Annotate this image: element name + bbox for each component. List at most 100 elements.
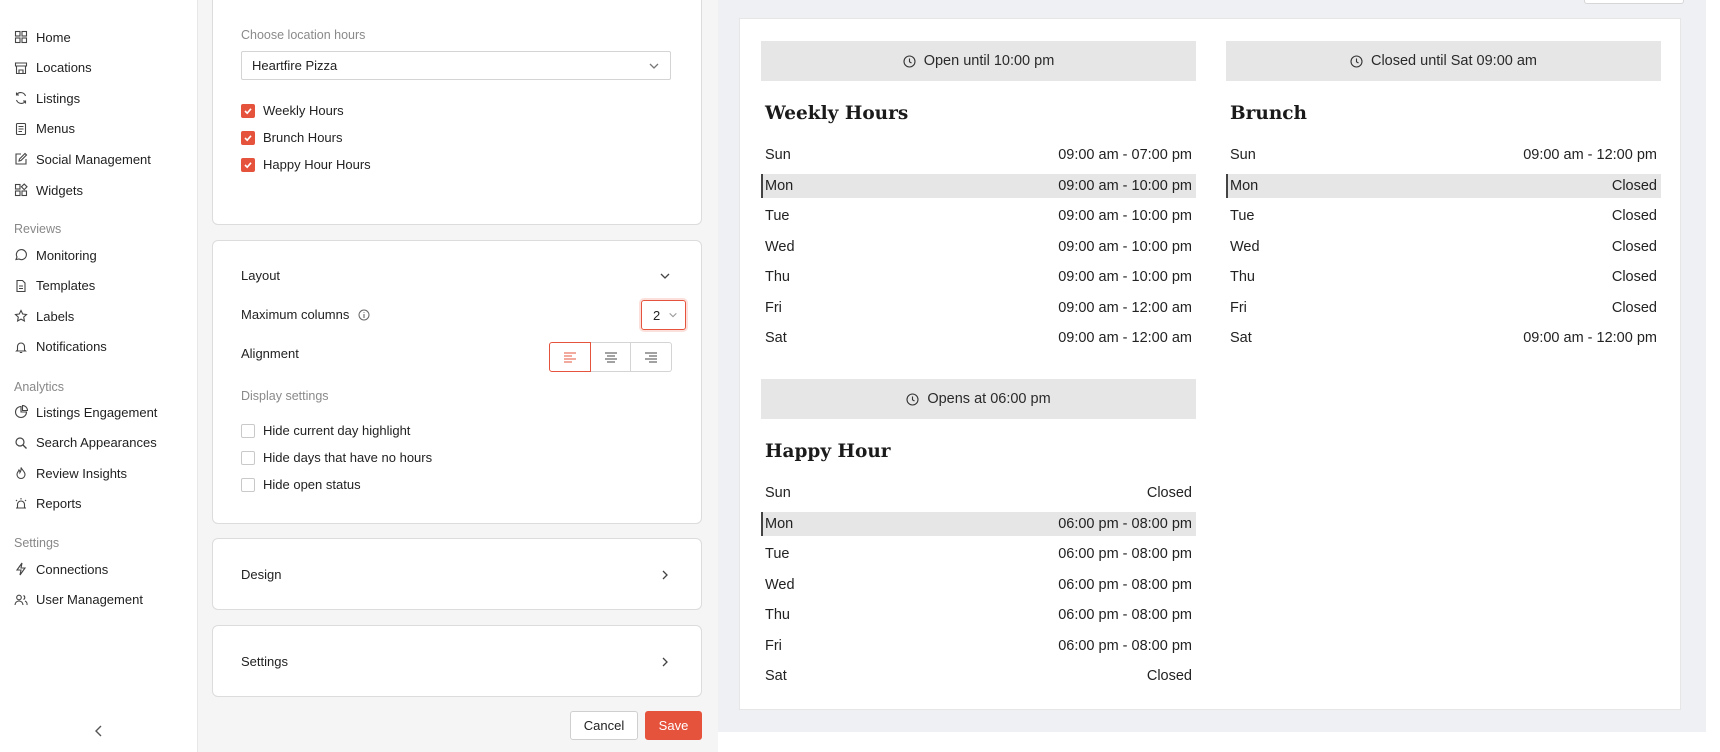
sidebar-item-connections[interactable]: Connections xyxy=(14,559,108,579)
cancel-button[interactable]: Cancel xyxy=(570,711,638,740)
align-center-icon xyxy=(604,352,617,363)
hours-value: 06:00 pm - 08:00 pm xyxy=(1058,607,1192,623)
section-title: Brunch xyxy=(1230,103,1307,124)
open-status-bar: Open until 10:00 pm xyxy=(761,41,1196,81)
max-columns-label: Maximum columns xyxy=(241,307,370,322)
sidebar-item-templates[interactable]: Templates xyxy=(14,276,95,296)
hours-value: 09:00 am - 12:00 pm xyxy=(1523,147,1657,163)
max-columns-select[interactable]: 2 xyxy=(641,300,686,330)
hours-value: 09:00 am - 12:00 pm xyxy=(1523,330,1657,346)
menu-doc-icon xyxy=(14,122,28,136)
hours-list: Sun 09:00 am - 12:00 pm Mon Closed Tue Closed… xyxy=(1226,143,1661,350)
display-option-hide-days-that-have-no-hours[interactable]: Hide days that have no hours xyxy=(241,450,432,465)
align-left-button[interactable] xyxy=(549,342,591,372)
open-status-bar: Closed until Sat 09:00 am xyxy=(1226,41,1661,81)
clock-icon xyxy=(1350,54,1363,68)
sidebar-item-reports[interactable]: Reports xyxy=(14,494,82,514)
collapse-sidebar-button[interactable] xyxy=(90,722,108,740)
checkbox[interactable] xyxy=(241,157,255,172)
chevron-down-icon[interactable] xyxy=(659,270,671,282)
hours-value: 09:00 am - 12:00 am xyxy=(1058,330,1192,346)
sidebar-item-label: Menus xyxy=(36,121,76,137)
sidebar-item-home[interactable]: Home xyxy=(14,27,71,47)
hours-value: 09:00 am - 10:00 pm xyxy=(1058,177,1192,194)
checkbox-label: Brunch Hours xyxy=(263,130,343,145)
hour-row: Sat 09:00 am - 12:00 am xyxy=(761,326,1196,350)
layout-title[interactable]: Layout xyxy=(241,268,280,283)
hour-row: Tue Closed xyxy=(1226,204,1661,228)
sidebar-item-label: Listings xyxy=(36,90,81,106)
hours-value: 06:00 pm - 08:00 pm xyxy=(1058,637,1192,654)
settings-card[interactable]: Settings xyxy=(212,625,702,697)
hours-list: Sun Closed Mon 06:00 pm - 08:00 pm Tue 06:00 … xyxy=(761,481,1196,688)
design-card[interactable]: Design xyxy=(212,538,702,610)
section-title: Happy Hour xyxy=(765,441,891,462)
document-icon xyxy=(14,279,28,293)
sidebar-item-search-appearances[interactable]: Search Appearances xyxy=(14,433,157,453)
hours-value: Closed xyxy=(1611,269,1657,285)
display-option-hide-open-status[interactable]: Hide open status xyxy=(241,477,361,492)
checkbox[interactable] xyxy=(241,477,255,492)
hour-row: Sun Closed xyxy=(761,481,1196,505)
hour-type-checkbox-happy-hour-hours[interactable]: Happy Hour Hours xyxy=(241,157,371,172)
checkbox-label: Weekly Hours xyxy=(263,103,344,118)
align-right-button[interactable] xyxy=(631,342,673,372)
hour-row: Mon 06:00 pm - 08:00 pm xyxy=(761,511,1196,536)
sidebar-item-label: User Management xyxy=(36,592,143,608)
hour-row: Tue 09:00 am - 10:00 pm xyxy=(761,204,1196,228)
sidebar-item-monitoring[interactable]: Monitoring xyxy=(14,245,97,265)
sidebar-item-labels[interactable]: Labels xyxy=(14,306,74,326)
layout-card: Layout Maximum columns 2 Alignment Displ… xyxy=(212,240,702,524)
settings-title: Settings xyxy=(241,654,288,669)
hours-value: 09:00 am - 07:00 pm xyxy=(1058,147,1192,163)
hour-row: Sat Closed xyxy=(761,664,1196,688)
sidebar-item-menus[interactable]: Menus xyxy=(14,119,75,139)
display-option-hide-current-day-highlight[interactable]: Hide current day highlight xyxy=(241,423,410,438)
sidebar-item-notifications[interactable]: Notifications xyxy=(14,337,107,357)
hours-widget-preview: Open until 10:00 pm Weekly Hours Sun 09:00 … xyxy=(739,18,1681,710)
day-label: Thu xyxy=(765,607,790,623)
location-select[interactable]: Heartfire Pizza xyxy=(241,51,671,80)
sidebar: Home Locations Listings Menus Social Managem… xyxy=(0,0,198,752)
checkbox[interactable] xyxy=(241,130,255,145)
day-label: Mon xyxy=(765,515,794,532)
sidebar-item-listings-engagement[interactable]: Listings Engagement xyxy=(14,402,157,422)
clock-icon xyxy=(906,392,919,406)
align-center-button[interactable] xyxy=(590,342,632,372)
preview-top-button[interactable] xyxy=(1584,0,1684,4)
hour-type-checkbox-brunch-hours[interactable]: Brunch Hours xyxy=(241,130,342,145)
hours-value: 06:00 pm - 08:00 pm xyxy=(1058,576,1192,593)
sidebar-item-locations[interactable]: Locations xyxy=(14,58,92,78)
checkbox-label: Hide days that have no hours xyxy=(263,450,433,465)
day-label: Sun xyxy=(765,147,791,163)
sidebar-item-review-insights[interactable]: Review Insights xyxy=(14,463,127,483)
info-icon[interactable] xyxy=(358,309,370,321)
sidebar-item-widgets[interactable]: Widgets xyxy=(14,180,83,200)
hour-row: Thu 09:00 am - 10:00 pm xyxy=(761,265,1196,289)
checkbox-label: Hide open status xyxy=(263,477,361,492)
checkbox[interactable] xyxy=(241,103,255,118)
sidebar-item-label: Monitoring xyxy=(36,247,97,263)
checkbox[interactable] xyxy=(241,450,255,465)
sidebar-item-user-management[interactable]: User Management xyxy=(14,590,143,610)
sidebar-item-listings[interactable]: Listings xyxy=(14,88,80,108)
alarm-icon xyxy=(14,497,28,511)
hour-row: Fri 06:00 pm - 08:00 pm xyxy=(761,634,1196,658)
hour-row: Wed Closed xyxy=(1226,235,1661,259)
sidebar-item-social-management[interactable]: Social Management xyxy=(14,149,151,169)
hours-section-brunch: Closed until Sat 09:00 am Brunch Sun 09:00 … xyxy=(1226,41,1661,357)
store-icon xyxy=(14,61,28,75)
hour-row: Mon 09:00 am - 10:00 pm xyxy=(761,173,1196,198)
widgets-icon xyxy=(14,183,28,197)
sync-icon xyxy=(14,91,28,105)
checkmark-icon xyxy=(244,134,252,141)
checkbox[interactable] xyxy=(241,423,255,438)
checkbox-label: Happy Hour Hours xyxy=(263,157,371,172)
hour-type-checkbox-weekly-hours[interactable]: Weekly Hours xyxy=(241,103,344,118)
day-label: Wed xyxy=(765,576,795,593)
preview-panel: Open until 10:00 pm Weekly Hours Sun 09:00 … xyxy=(718,0,1706,732)
location-hours-card: Choose location hours Heartfire Pizza We… xyxy=(212,0,702,225)
chevron-left-icon xyxy=(95,725,102,737)
save-button[interactable]: Save xyxy=(645,711,702,740)
day-label: Wed xyxy=(765,238,795,255)
